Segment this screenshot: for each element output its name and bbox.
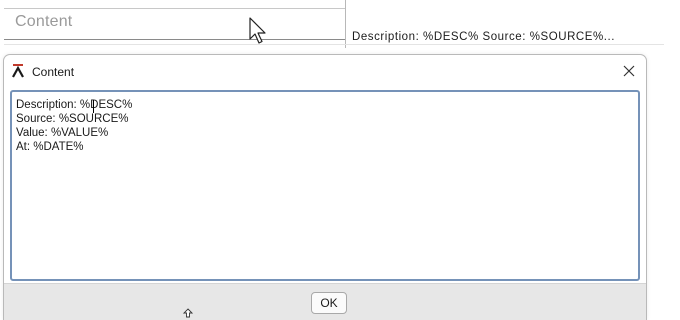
dialog-footer: OK: [4, 283, 646, 320]
text-caret: [93, 100, 94, 113]
ok-button[interactable]: OK: [311, 292, 347, 314]
app-logo-icon: [12, 64, 24, 78]
row-separator: [4, 44, 664, 45]
text-line: Source: %SOURCE%: [16, 113, 129, 125]
screen: Content Description: %DESC% Source: %SOU…: [0, 0, 680, 320]
close-icon: [623, 65, 635, 77]
content-textarea[interactable]: Description: %DESC% Source: %SOURCE% Val…: [10, 90, 640, 281]
column-divider[interactable]: [345, 0, 346, 48]
dialog-title: Content: [32, 65, 75, 79]
text-line: Value: %VALUE%: [16, 127, 109, 139]
property-label: Content: [15, 13, 73, 30]
text-line: At: %DATE%: [16, 141, 84, 153]
mouse-pointer-icon: [249, 17, 266, 44]
close-button[interactable]: [616, 59, 642, 83]
property-value[interactable]: Description: %DESC% Source: %SOURCE%...: [352, 31, 615, 43]
property-name-cell[interactable]: Content: [4, 8, 345, 40]
content-dialog: Content Description: %DESC% Source: %SOU…: [3, 54, 647, 320]
move-cursor-icon: [182, 308, 194, 318]
text-line: Description: %DESC%: [16, 99, 133, 111]
dialog-titlebar[interactable]: Content: [4, 55, 646, 89]
